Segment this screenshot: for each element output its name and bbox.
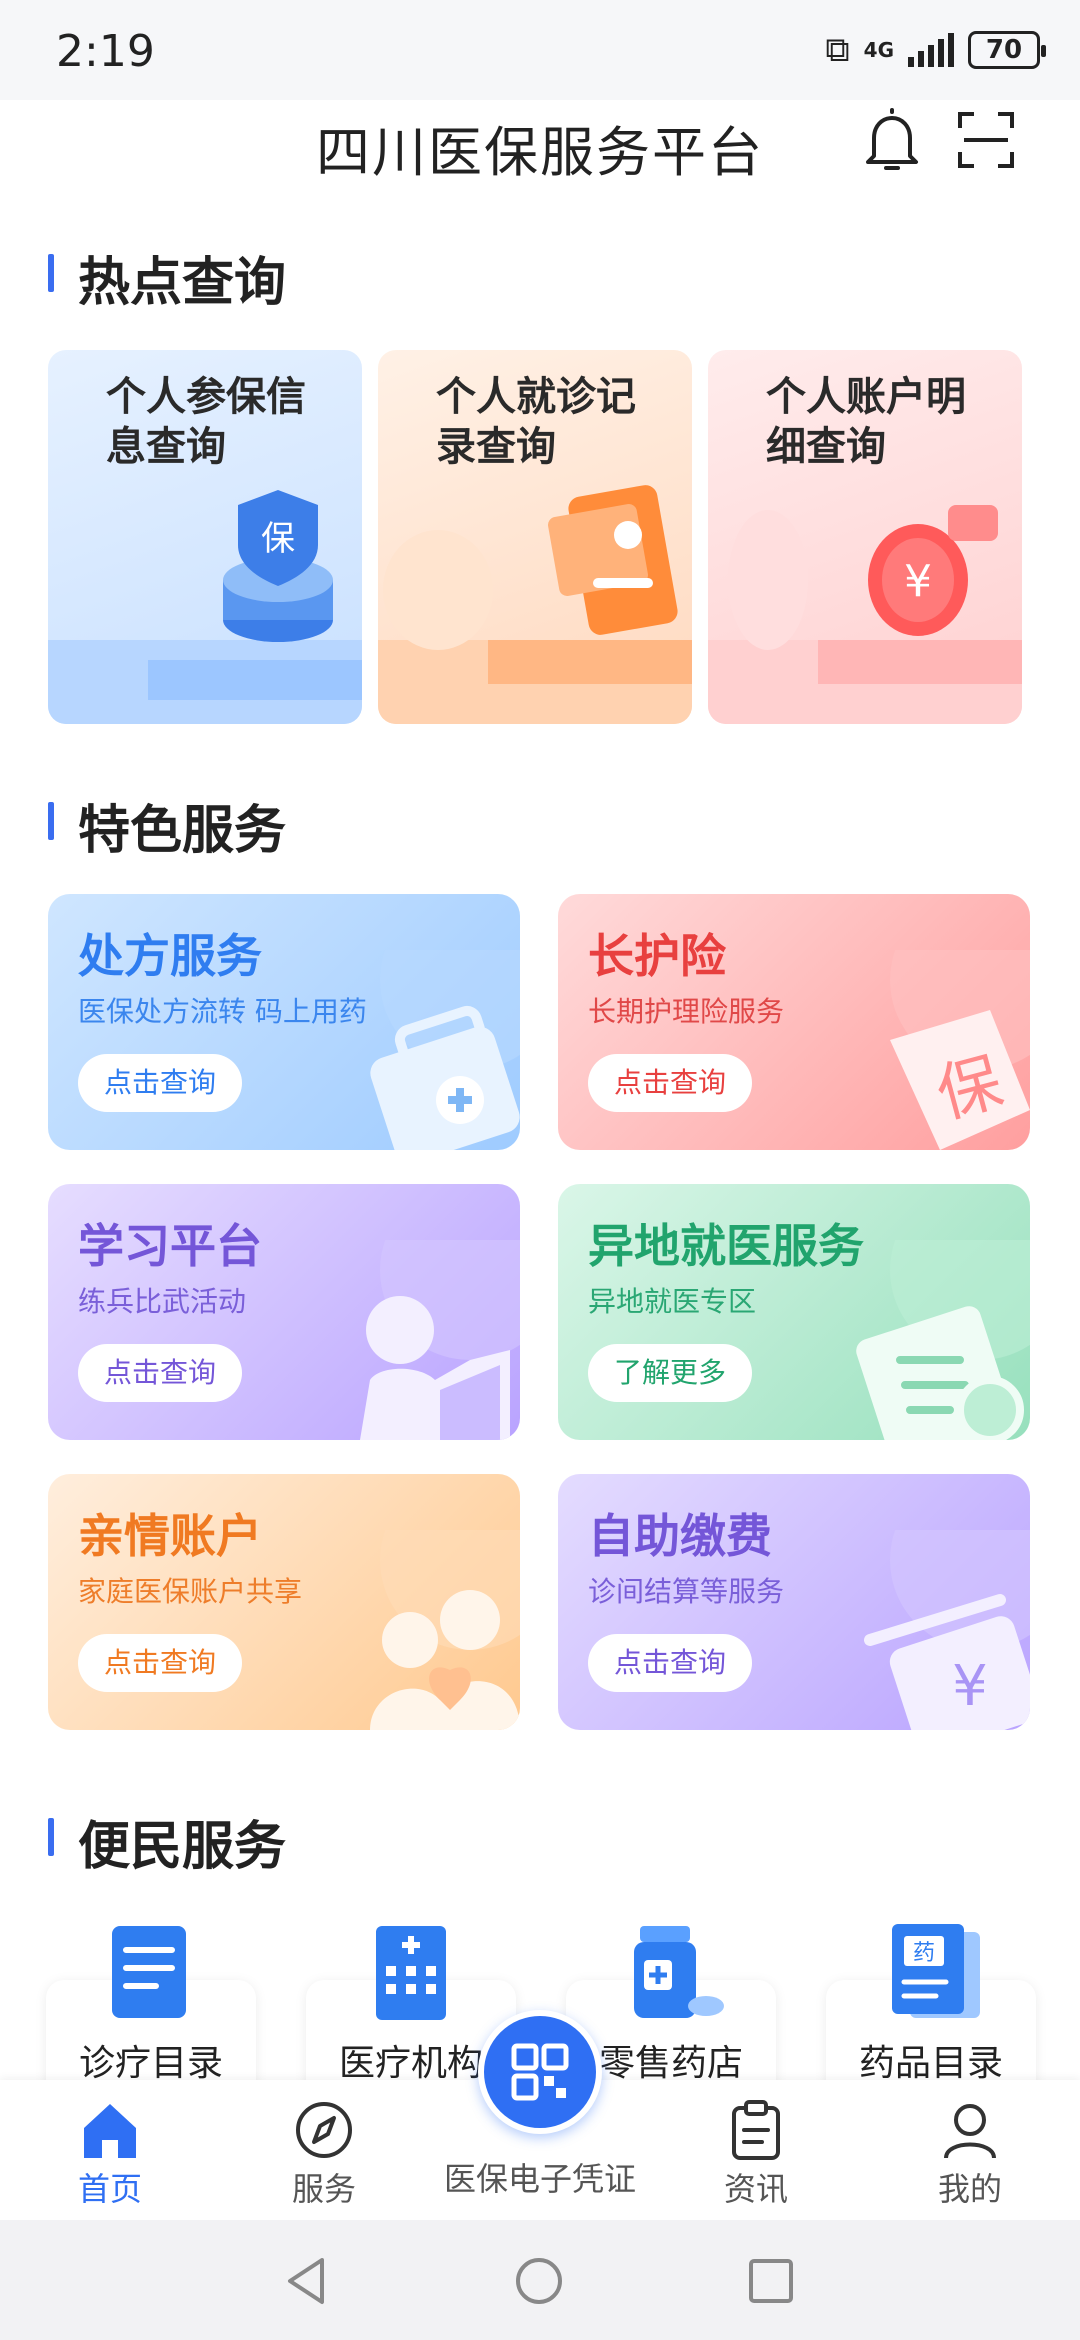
tab-news[interactable]: 资讯	[686, 2080, 826, 2220]
system-navigation-bar	[0, 2220, 1080, 2340]
feature-card-subtitle: 长期护理险服务	[588, 995, 785, 1028]
svg-text:¥: ¥	[952, 1654, 988, 1719]
vibrate-icon: ⧉	[825, 30, 850, 70]
battery-level: 70	[985, 35, 1023, 65]
reader-icon	[360, 1240, 520, 1440]
hot-card-label: 个人就诊记录查询	[436, 374, 636, 470]
feature-card-subtitle: 异地就医专区	[588, 1285, 757, 1318]
feature-card-button[interactable]: 了解更多	[588, 1344, 753, 1402]
hot-card-visit-record[interactable]: 个人就诊记录查询	[378, 350, 692, 724]
family-icon	[370, 1530, 520, 1730]
back-icon[interactable]	[282, 2256, 332, 2306]
clipboard-icon	[732, 2100, 780, 2160]
feature-card-subtitle: 医保处方流转 码上用药	[78, 995, 367, 1028]
feature-card-button[interactable]: 点击查询	[588, 1634, 753, 1692]
svg-text:¥: ¥	[904, 556, 932, 607]
recents-icon[interactable]	[746, 2256, 796, 2306]
scan-icon[interactable]	[956, 110, 1016, 170]
feature-card-title: 学习平台	[78, 1219, 262, 1273]
convenience-section-title: 便民服务	[48, 1804, 286, 1879]
svg-text:保: 保	[261, 519, 295, 559]
hot-section-title: 热点查询	[48, 240, 286, 315]
tab-label: 我的	[937, 2170, 1002, 2208]
feature-card-button[interactable]: 点击查询	[78, 1054, 243, 1112]
signal-icon	[908, 33, 954, 67]
feature-card-title: 自助缴费	[588, 1509, 772, 1563]
hot-card-account-detail[interactable]: ¥ 个人账户明细查询	[708, 350, 1022, 724]
feature-card-long-term-care[interactable]: 保 长护险 长期护理险服务 点击查询	[558, 894, 1030, 1150]
convenience-item-label: 诊疗目录	[78, 2043, 223, 2084]
network-type: 4G	[863, 38, 894, 62]
tab-label: 服务	[291, 2170, 356, 2208]
feature-card-button[interactable]: 点击查询	[588, 1054, 753, 1112]
medicine-bottle-icon	[634, 1926, 724, 2018]
tab-home[interactable]: 首页	[40, 2080, 180, 2220]
hot-card-label: 个人参保信息查询	[106, 374, 306, 470]
compass-icon	[296, 2102, 352, 2158]
drug-book-icon: 药	[892, 1924, 980, 2018]
hospital-icon	[376, 1926, 446, 2020]
feature-card-prescription[interactable]: 处方服务 医保处方流转 码上用药 点击查询	[48, 894, 520, 1150]
convenience-item-treatment-catalog[interactable]: 诊疗目录	[46, 1920, 256, 2140]
hot-card-insurance-info[interactable]: 保 个人参保信息查询	[48, 350, 362, 724]
app-header: 四川医保服务平台	[0, 100, 1080, 200]
feature-card-title: 处方服务	[78, 929, 262, 983]
feature-card-title: 长护险	[588, 929, 726, 983]
bao-tag-icon: 保	[890, 950, 1030, 1150]
home-icon	[84, 2104, 136, 2158]
battery-icon: 70	[968, 31, 1046, 69]
tab-label: 首页	[77, 2170, 142, 2208]
document-list-icon	[112, 1926, 186, 2018]
feature-card-self-payment[interactable]: ¥ 自助缴费 诊间结算等服务 点击查询	[558, 1474, 1030, 1730]
feature-card-title: 异地就医服务	[588, 1219, 864, 1273]
status-time: 2:19	[56, 26, 155, 77]
feature-card-subtitle: 家庭医保账户共享	[78, 1575, 303, 1608]
medical-kit-icon	[370, 950, 520, 1150]
tab-label-e-certificate[interactable]: 医保电子凭证	[420, 2154, 660, 2200]
svg-text:药: 药	[913, 1941, 935, 1966]
status-icons: ⧉ 4G 70	[825, 30, 1046, 70]
payment-icon: ¥	[864, 1530, 1030, 1730]
status-bar: 2:19 ⧉ 4G 70	[0, 0, 1080, 100]
tab-service[interactable]: 服务	[254, 2080, 394, 2220]
convenience-item-drug-catalog[interactable]: 药 药品目录	[826, 1920, 1036, 2140]
feature-card-title: 亲情账户	[78, 1509, 262, 1563]
home-nav-icon[interactable]	[514, 2256, 564, 2306]
convenience-item-label: 药品目录	[858, 2043, 1003, 2084]
feature-card-remote-medical[interactable]: 异地就医服务 异地就医专区 了解更多	[558, 1184, 1030, 1440]
user-icon	[944, 2104, 996, 2159]
qr-code-icon	[511, 2043, 569, 2101]
feature-card-family-account[interactable]: 亲情账户 家庭医保账户共享 点击查询	[48, 1474, 520, 1730]
feature-card-subtitle: 诊间结算等服务	[588, 1575, 785, 1608]
feature-card-subtitle: 练兵比武活动	[78, 1285, 247, 1318]
feature-section-title: 特色服务	[48, 788, 286, 863]
hot-card-label: 个人账户明细查询	[766, 374, 966, 470]
bell-icon[interactable]	[862, 106, 922, 176]
feature-card-learning[interactable]: 学习平台 练兵比武活动 点击查询	[48, 1184, 520, 1440]
tab-label: 资讯	[723, 2170, 788, 2208]
feature-card-button[interactable]: 点击查询	[78, 1344, 243, 1402]
feature-card-button[interactable]: 点击查询	[78, 1634, 243, 1692]
tab-mine[interactable]: 我的	[900, 2080, 1040, 2220]
medical-insurance-qr-button[interactable]	[478, 2010, 602, 2134]
